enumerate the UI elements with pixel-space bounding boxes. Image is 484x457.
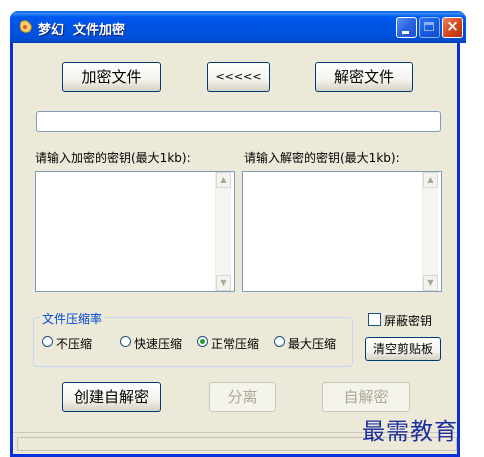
encrypt-key-input[interactable]: [35, 171, 235, 292]
maximize-button: [419, 17, 440, 38]
radio-icon: [120, 336, 131, 347]
decrypt-file-button[interactable]: 解密文件: [315, 62, 413, 92]
minimize-button[interactable]: [396, 17, 417, 38]
radio-max-compression[interactable]: 最大压缩: [274, 335, 336, 351]
clear-clipboard-button[interactable]: 清空剪贴板: [365, 337, 441, 361]
mask-key-label: 屏蔽密钥: [384, 314, 433, 328]
encrypt-key-scrollbar[interactable]: ▲ ▼: [215, 172, 231, 291]
separate-button: 分离: [209, 382, 276, 412]
decrypt-key-input[interactable]: [242, 171, 442, 292]
title-bar[interactable]: 梦幻 文件加密 ×: [10, 11, 466, 43]
scroll-down-icon[interactable]: ▼: [423, 275, 438, 291]
close-icon: ×: [446, 17, 459, 35]
decrypt-key-label: 请输入解密的密钥(最大1kb):: [244, 151, 400, 165]
radio-normal-compression[interactable]: 正常压缩: [197, 335, 259, 351]
scroll-down-icon[interactable]: ▼: [216, 275, 231, 291]
scroll-up-icon[interactable]: ▲: [216, 172, 231, 188]
self-decrypt-button: 自解密: [322, 382, 410, 412]
radio-fast-compression[interactable]: 快速压缩: [120, 335, 182, 351]
watermark-text: 最需教育: [362, 419, 458, 445]
scroll-up-icon[interactable]: ▲: [423, 172, 438, 188]
radio-icon: [42, 336, 53, 347]
close-button[interactable]: ×: [442, 17, 463, 38]
radio-icon: [274, 336, 285, 347]
create-self-extract-button[interactable]: 创建自解密: [62, 382, 161, 412]
compression-legend: 文件压缩率: [40, 310, 105, 327]
app-window: 梦幻 文件加密 × 加密文件 <<<<< 解密文件 请输入加密的密钥(最大1kb…: [10, 11, 466, 457]
mask-key-checkbox[interactable]: [368, 313, 381, 326]
swap-button[interactable]: <<<<<: [207, 62, 270, 92]
radio-no-compression[interactable]: 不压缩: [42, 335, 92, 351]
decrypt-key-scrollbar[interactable]: ▲ ▼: [422, 172, 438, 291]
encrypt-key-label: 请输入加密的密钥(最大1kb):: [35, 151, 191, 165]
progress-bar: [36, 111, 441, 132]
window-title: 梦幻 文件加密: [38, 23, 126, 38]
radio-selected-icon: [197, 336, 208, 347]
app-icon: [19, 20, 32, 33]
encrypt-file-button[interactable]: 加密文件: [62, 62, 161, 92]
